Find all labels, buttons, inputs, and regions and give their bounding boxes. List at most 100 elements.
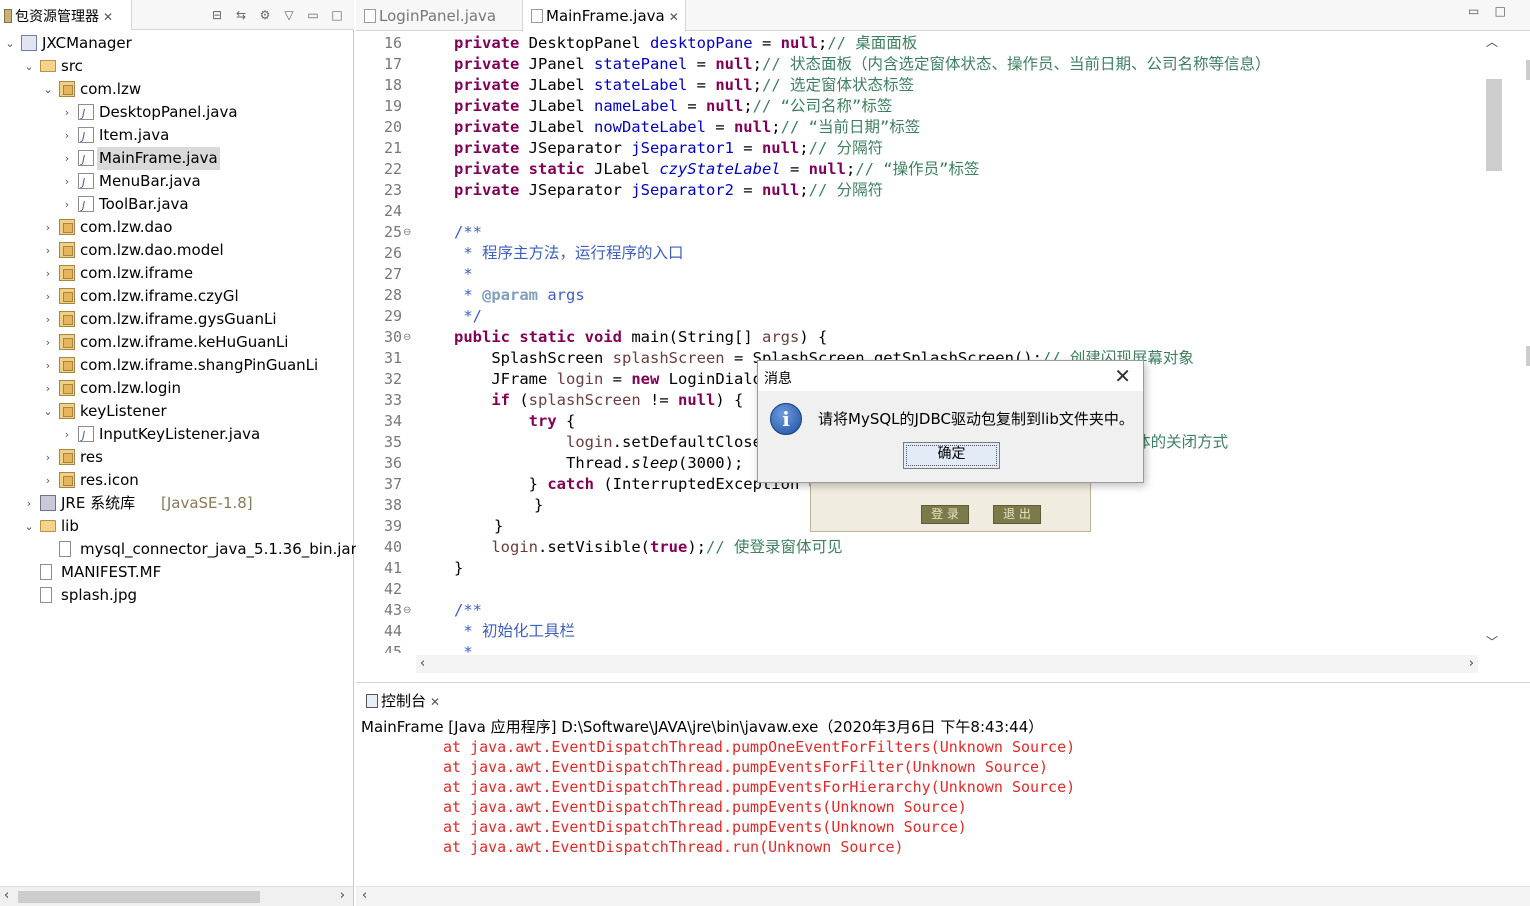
explorer-horizontal-scrollbar[interactable]: ‹ › — [0, 886, 353, 906]
tree-item[interactable]: › MenuBar.java — [0, 170, 353, 194]
tree-item[interactable]: mysql_connector_java_5.1.36_bin.jar — [0, 538, 357, 561]
expand-arrow-icon[interactable]: › — [61, 147, 73, 170]
editor-horizontal-scrollbar[interactable]: ‹ › — [416, 655, 1478, 673]
scrollbar-thumb[interactable] — [1486, 79, 1502, 171]
editor-tabbar: LoginPanel.java MainFrame.java ✕ ▭ □ — [356, 0, 1530, 32]
expand-arrow-icon[interactable]: › — [42, 377, 54, 400]
library-icon — [40, 495, 56, 511]
maximize-icon[interactable]: □ — [326, 4, 348, 26]
tree-item[interactable]: › JRE 系统库 [JavaSE-1.8] — [0, 492, 353, 515]
scroll-right-icon[interactable]: › — [340, 888, 345, 903]
scroll-left-icon[interactable]: ‹ — [420, 656, 425, 671]
code-line-29: */ — [454, 307, 482, 325]
console-horizontal-scrollbar[interactable]: ‹ — [356, 886, 1530, 906]
code-text: = — [603, 370, 632, 388]
tree-item[interactable]: MANIFEST.MF — [0, 561, 353, 584]
tree-item[interactable]: › com.lzw.dao.model — [0, 239, 353, 262]
tree-item[interactable]: › com.lzw.iframe — [0, 262, 353, 285]
tree-item[interactable]: › MainFrame.java — [0, 147, 353, 171]
package-icon — [59, 81, 75, 97]
close-icon[interactable]: ✕ — [669, 10, 679, 24]
close-icon[interactable]: ✕ — [103, 10, 113, 24]
login-button[interactable]: 登 录 — [921, 505, 969, 524]
tree-item[interactable]: › Item.java — [0, 124, 353, 148]
tab-mainframe-java[interactable]: MainFrame.java ✕ — [522, 0, 686, 32]
local-variable: login — [556, 370, 604, 388]
code-text: } — [528, 475, 548, 493]
expand-arrow-icon[interactable]: › — [42, 446, 54, 469]
minimize-icon[interactable]: ▭ — [1468, 4, 1479, 18]
collapse-arrow-icon[interactable]: ⌄ — [23, 515, 35, 538]
maximize-icon[interactable]: □ — [1495, 4, 1506, 18]
expand-arrow-icon[interactable]: › — [42, 354, 54, 377]
editor-vertical-scrollbar[interactable]: ︿ ﹀ — [1484, 33, 1502, 653]
tree-item[interactable]: › com.lzw.iframe.czyGl — [0, 285, 353, 308]
keyword: private — [454, 118, 520, 136]
tab-package-explorer[interactable]: 包资源管理器 ✕ — [0, 0, 132, 30]
tab-loginpanel-java[interactable]: LoginPanel.java — [356, 0, 516, 31]
scroll-down-icon[interactable]: ﹀ — [1486, 633, 1498, 650]
tree-item[interactable]: › DesktopPanel.java — [0, 101, 353, 125]
semicolon: ; — [752, 76, 762, 94]
tab-console[interactable]: 控制台 ✕ — [358, 685, 452, 715]
expand-arrow-icon[interactable]: › — [61, 101, 73, 124]
view-menu-icon[interactable]: ▽ — [278, 4, 300, 26]
collapse-all-icon[interactable]: ⊟ — [206, 4, 228, 26]
tree-item[interactable]: splash.jpg — [0, 584, 353, 607]
expand-arrow-icon[interactable]: › — [42, 469, 54, 492]
scroll-right-icon[interactable]: › — [1469, 656, 1474, 671]
tree-item[interactable]: ⌄ JXCManager — [0, 32, 353, 55]
fold-toggle-icon[interactable]: ⊖ — [403, 600, 411, 621]
expand-arrow-icon[interactable]: › — [42, 216, 54, 239]
fold-toggle-icon[interactable]: ⊖ — [403, 222, 411, 243]
collapse-arrow-icon[interactable]: ⌄ — [23, 55, 35, 78]
expand-arrow-icon[interactable]: › — [61, 124, 73, 147]
code-line-19: private JLabel nameLabel = null;// “公司名称… — [454, 96, 892, 117]
tree-item-label: MenuBar.java — [99, 172, 201, 190]
tree-item[interactable]: › res — [0, 446, 353, 469]
expand-arrow-icon[interactable]: › — [42, 331, 54, 354]
exit-button[interactable]: 退 出 — [993, 505, 1041, 524]
close-icon[interactable]: ✕ — [1114, 364, 1131, 388]
code-text: ); — [687, 538, 706, 556]
tree-item[interactable]: › res.icon — [0, 469, 353, 492]
tree-item[interactable]: › com.lzw.iframe.keHuGuanLi — [0, 331, 353, 354]
comment: // 桌面面板 — [827, 34, 918, 52]
expand-arrow-icon[interactable]: › — [61, 170, 73, 193]
tree-item[interactable]: ⌄ com.lzw — [0, 78, 353, 101]
filter-icon[interactable]: ⚙ — [254, 4, 276, 26]
collapse-arrow-icon[interactable]: ⌄ — [4, 32, 16, 55]
package-icon — [59, 334, 75, 350]
code-editor[interactable]: 16 17 18 19 20 21 22 23 24 25 ⊖ 26 27 28 29 30 ⊖ 31 32 33 34… — [356, 33, 1496, 653]
expand-arrow-icon[interactable]: › — [42, 308, 54, 331]
link-with-editor-icon[interactable]: ⇆ — [230, 4, 252, 26]
ok-button[interactable]: 确定 — [903, 442, 1000, 469]
tree-item[interactable]: ⌄ keyListener — [0, 400, 353, 423]
close-icon[interactable]: ✕ — [430, 695, 440, 709]
tree-item[interactable]: › com.lzw.dao — [0, 216, 353, 239]
tree-item[interactable]: › com.lzw.iframe.shangPinGuanLi — [0, 354, 353, 377]
expand-arrow-icon[interactable]: › — [23, 492, 35, 515]
tree-item[interactable]: › InputKeyListener.java — [0, 423, 353, 447]
operator: = — [687, 76, 716, 94]
expand-arrow-icon[interactable]: › — [42, 239, 54, 262]
fold-toggle-icon[interactable]: ⊖ — [403, 327, 411, 348]
tree-item[interactable]: › com.lzw.iframe.gysGuanLi — [0, 308, 353, 331]
collapse-arrow-icon[interactable]: ⌄ — [42, 400, 54, 423]
keyword: private — [454, 55, 520, 73]
tree-item[interactable]: › com.lzw.login — [0, 377, 353, 400]
tree-item[interactable]: ⌄ src — [0, 55, 353, 78]
collapse-arrow-icon[interactable]: ⌄ — [42, 78, 54, 101]
expand-arrow-icon[interactable]: › — [42, 285, 54, 308]
expand-arrow-icon[interactable]: › — [42, 262, 54, 285]
tree-item[interactable]: ⌄ lib — [0, 515, 353, 538]
expand-arrow-icon[interactable]: › — [61, 193, 73, 216]
expand-arrow-icon[interactable]: › — [61, 423, 73, 446]
scroll-up-icon[interactable]: ︿ — [1486, 33, 1498, 50]
scroll-left-icon[interactable]: ‹ — [362, 888, 367, 903]
scrollbar-thumb[interactable] — [18, 891, 260, 903]
tree-item-label: JXCManager — [42, 34, 132, 52]
minimize-icon[interactable]: ▭ — [302, 4, 324, 26]
scroll-left-icon[interactable]: ‹ — [4, 888, 9, 903]
tree-item[interactable]: › ToolBar.java — [0, 193, 353, 217]
